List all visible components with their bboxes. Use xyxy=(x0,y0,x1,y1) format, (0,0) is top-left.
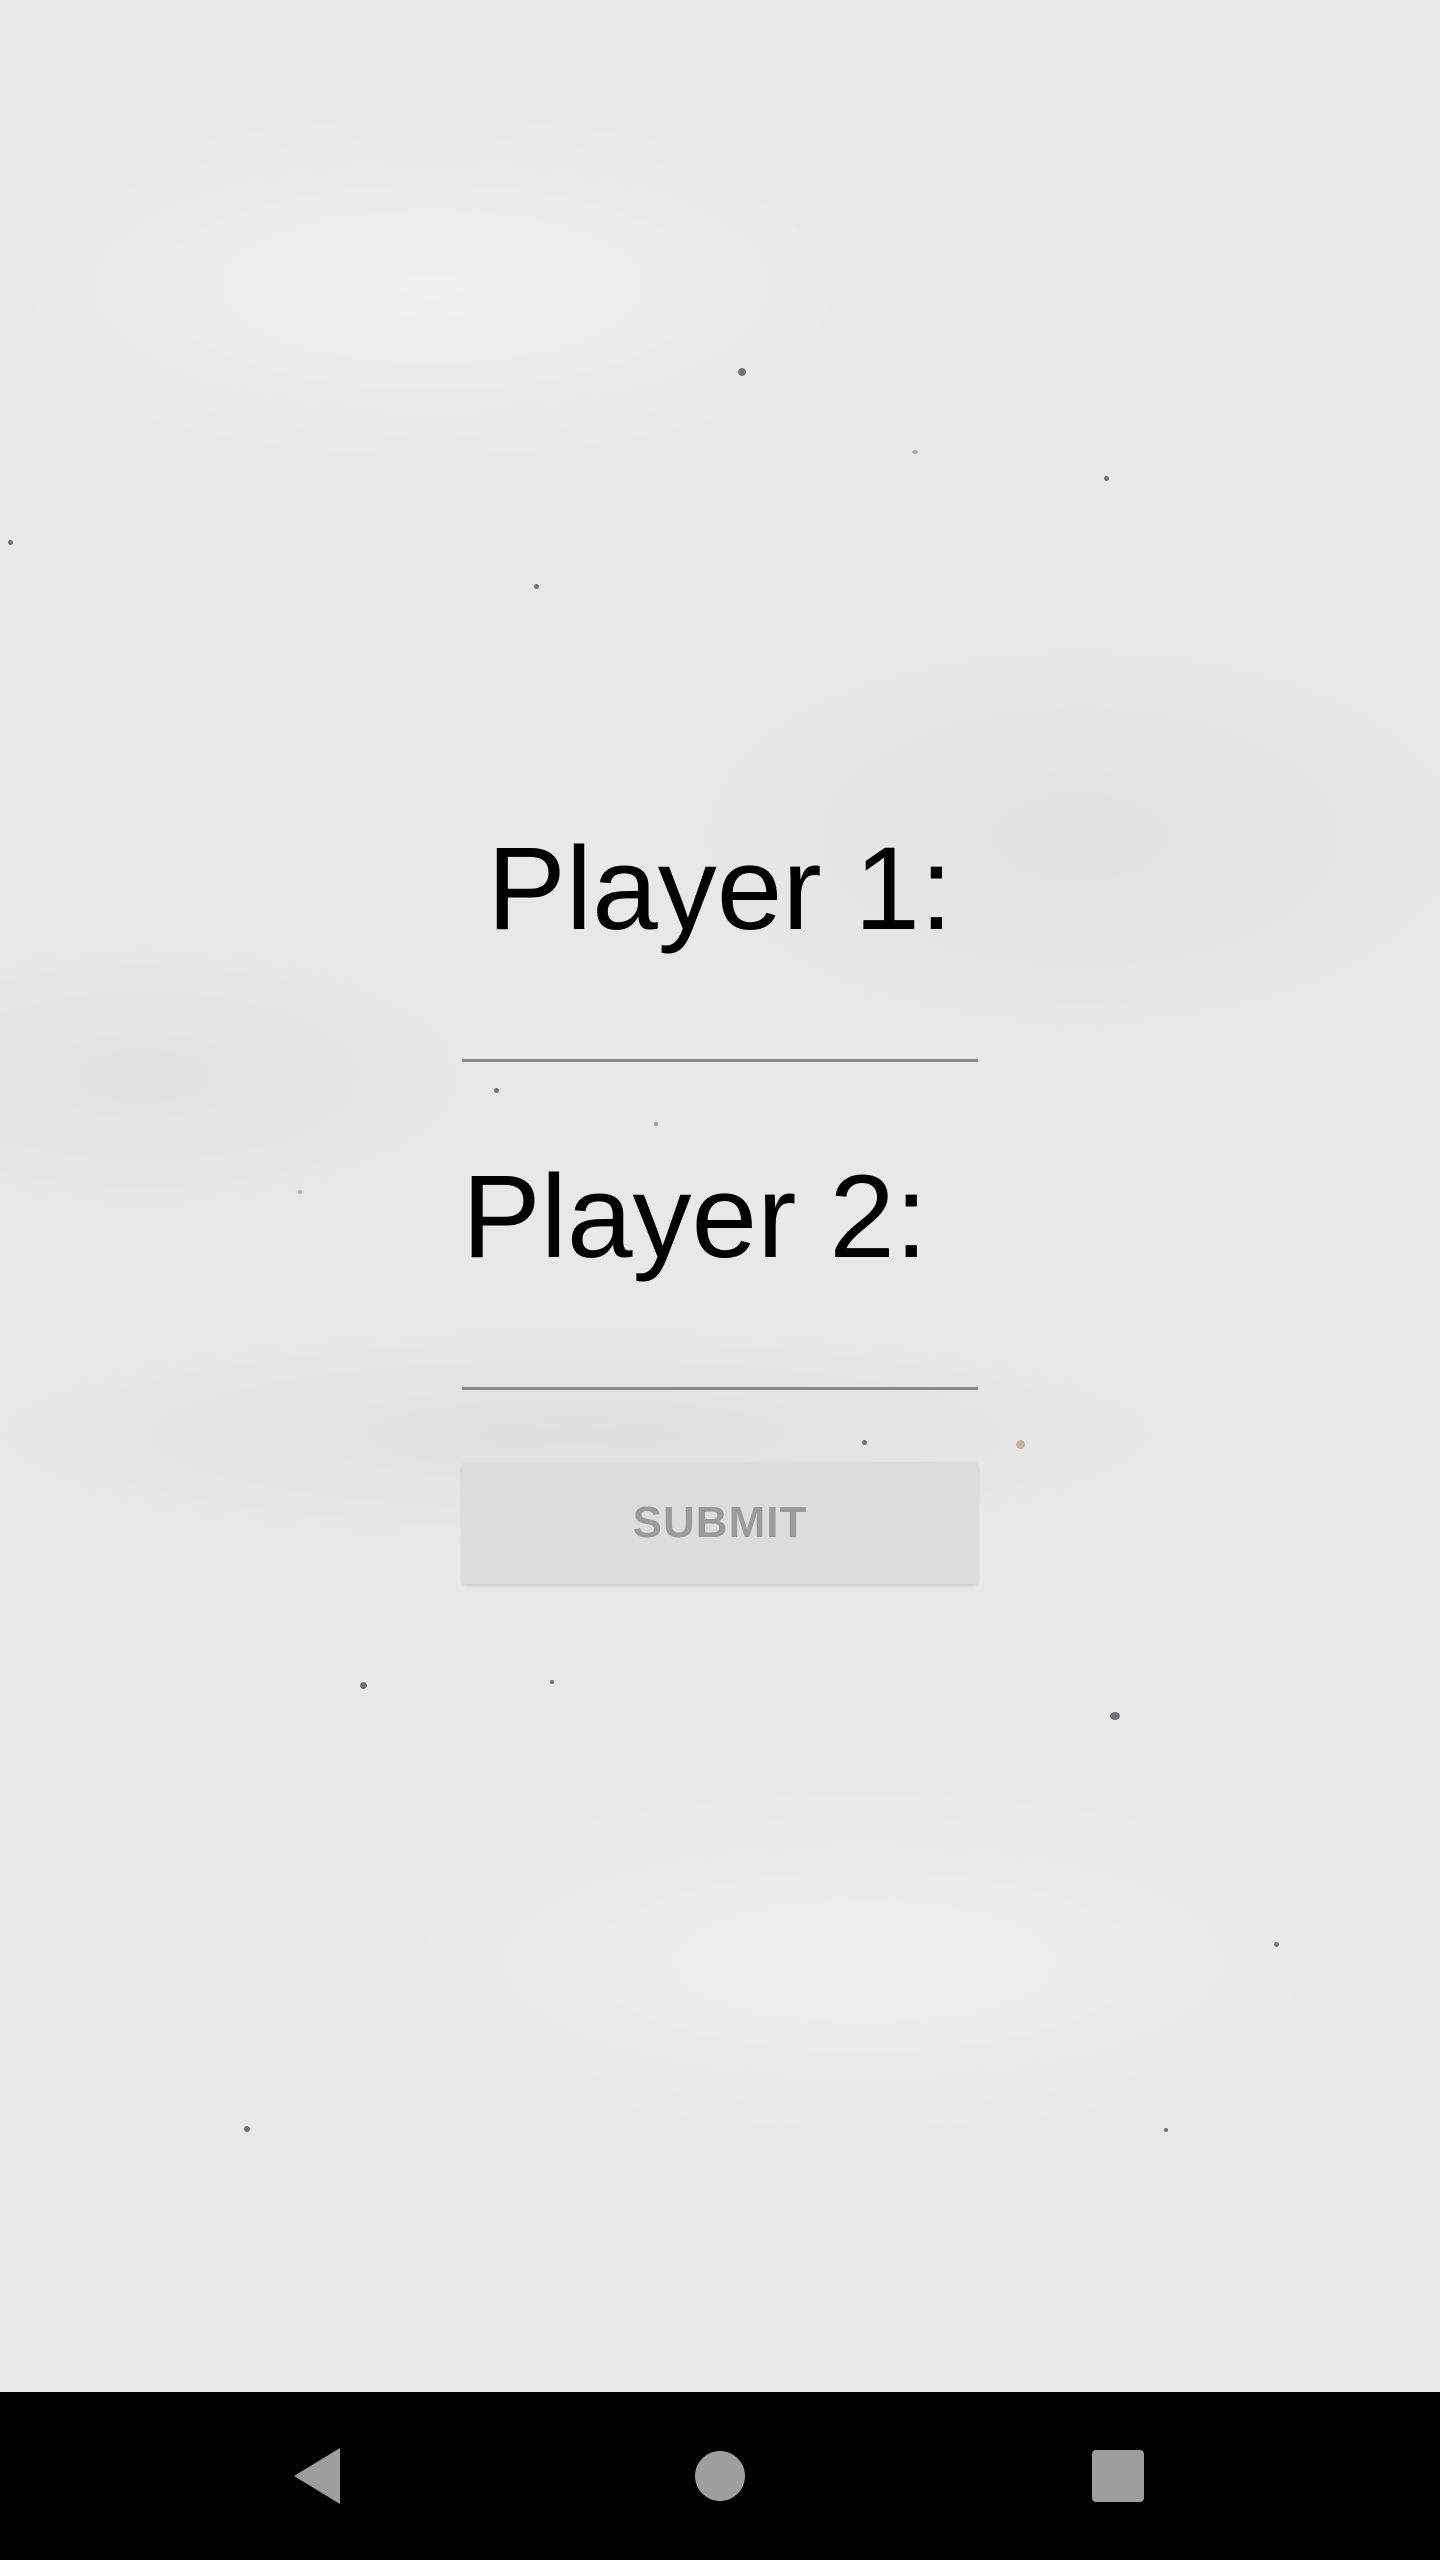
paper-speck xyxy=(1110,1712,1120,1720)
back-triangle-icon xyxy=(294,2448,340,2504)
paper-speck xyxy=(494,1088,499,1093)
paper-speck xyxy=(360,1682,367,1689)
nav-recents-button[interactable] xyxy=(1034,2392,1202,2560)
player1-name-input[interactable] xyxy=(462,992,978,1062)
paper-speck xyxy=(1016,1440,1025,1449)
paper-speck xyxy=(534,584,539,589)
player2-label: Player 2: xyxy=(462,1151,928,1283)
nav-home-button[interactable] xyxy=(636,2392,804,2560)
submit-button[interactable]: SUBMIT xyxy=(462,1462,978,1584)
system-navigation-bar xyxy=(0,2392,1440,2560)
paper-speck xyxy=(912,450,918,454)
paper-speck xyxy=(550,1680,554,1684)
paper-speck xyxy=(8,540,13,545)
home-circle-icon xyxy=(695,2451,745,2501)
player1-label: Player 1: xyxy=(487,823,953,955)
paper-speck xyxy=(1164,2128,1168,2132)
player2-name-input[interactable] xyxy=(462,1320,978,1390)
recents-square-icon xyxy=(1092,2450,1144,2502)
paper-speck xyxy=(738,368,746,376)
paper-speck xyxy=(298,1190,302,1194)
paper-speck xyxy=(862,1440,867,1445)
paper-speck xyxy=(654,1122,658,1126)
nav-back-button[interactable] xyxy=(234,2392,402,2560)
paper-speck xyxy=(1104,476,1109,481)
paper-speck xyxy=(244,2126,250,2132)
paper-speck xyxy=(1274,1942,1279,1947)
